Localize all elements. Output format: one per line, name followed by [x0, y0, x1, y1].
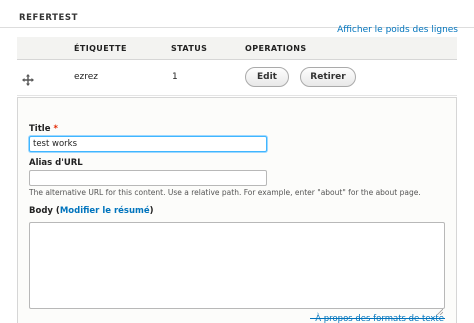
show-row-weights-link[interactable]: Afficher le poids des lignes	[337, 25, 458, 35]
reference-table: ÉTIQUETTE STATUS OPERATIONS ezrez 1 Edit…	[17, 37, 457, 96]
title-label: Title *	[29, 124, 58, 134]
row-status: 1	[172, 72, 178, 82]
field-legend: REFERTEST	[19, 13, 79, 23]
required-marker: *	[53, 124, 58, 134]
url-alias-description: The alternative URL for this content. Us…	[29, 188, 421, 197]
drag-handle-icon[interactable]	[22, 71, 34, 86]
text-formats-link-underline	[310, 318, 445, 319]
url-alias-input[interactable]	[29, 170, 267, 186]
row-label: ezrez	[74, 72, 99, 82]
column-header-label: ÉTIQUETTE	[74, 44, 127, 53]
remove-button[interactable]: Retirer	[300, 67, 356, 87]
edit-button[interactable]: Edit	[245, 67, 289, 87]
title-input[interactable]	[29, 136, 267, 152]
column-header-status: STATUS	[171, 44, 208, 53]
body-label: Body (Modifier le résumé)	[29, 206, 154, 216]
table-row: ezrez 1 Edit Retirer	[17, 60, 457, 96]
url-alias-label: Alias d'URL	[29, 158, 83, 168]
column-header-operations: OPERATIONS	[245, 44, 307, 53]
table-header: ÉTIQUETTE STATUS OPERATIONS	[17, 37, 457, 60]
body-textarea[interactable]	[29, 222, 445, 316]
resize-grip-icon[interactable]	[436, 300, 444, 316]
edit-summary-link[interactable]: Modifier le résumé	[60, 206, 150, 216]
